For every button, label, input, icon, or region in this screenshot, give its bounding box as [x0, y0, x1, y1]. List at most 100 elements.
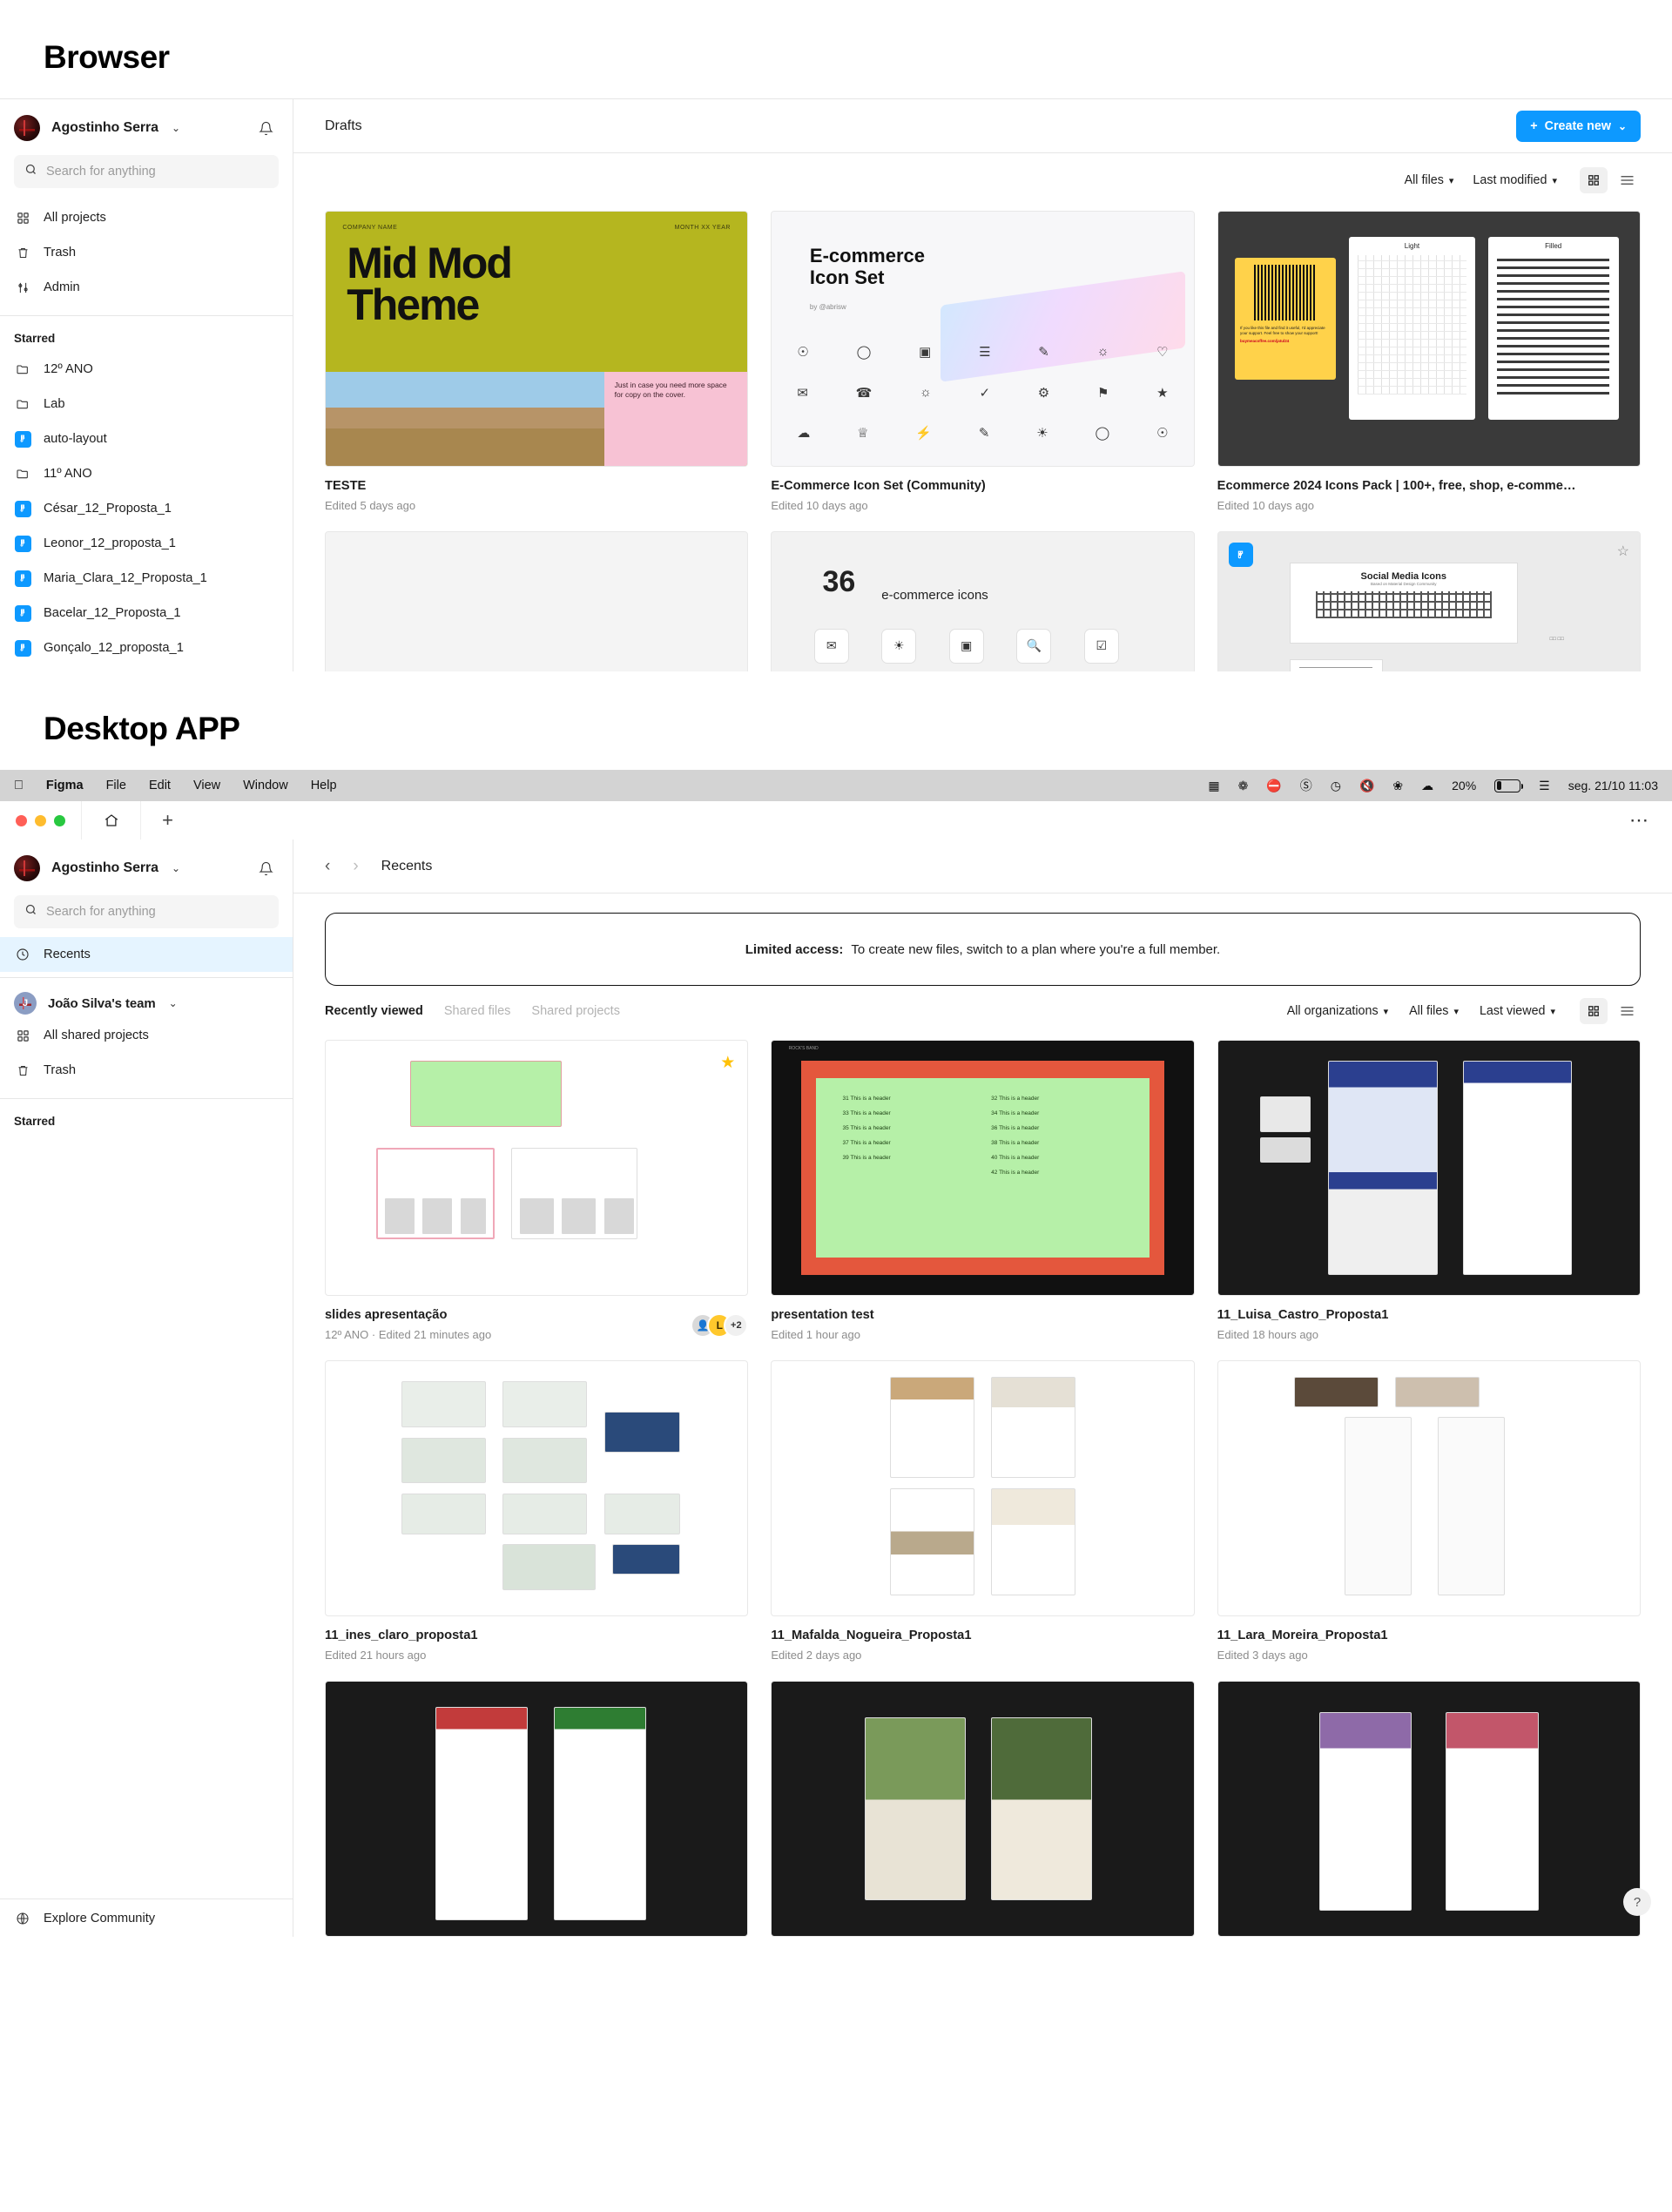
list-view-button[interactable]	[1613, 998, 1641, 1024]
menu-window[interactable]: Window	[243, 779, 288, 792]
sort-last-viewed[interactable]: Last viewed ▾	[1480, 1004, 1555, 1018]
new-tab-button[interactable]: +	[140, 801, 194, 840]
file-card[interactable]: Social Media Icons Based on Material Des…	[1217, 531, 1641, 671]
overflow-menu-icon[interactable]: ⋯	[1629, 809, 1649, 832]
sidebar-item-starred[interactable]: Bacelar_12_Proposta_1	[0, 596, 293, 631]
sidebar-item-trash[interactable]: Trash	[0, 235, 293, 270]
team-switcher[interactable]: J João Silva's team ⌄	[0, 980, 293, 1018]
window-traffic-lights	[0, 801, 81, 840]
search-input[interactable]	[46, 905, 268, 919]
sidebar-item-starred[interactable]: Gonçalo_12_proposta_1	[0, 631, 293, 665]
menu-figma[interactable]: Figma	[46, 779, 84, 792]
filter-all-organizations[interactable]: All organizations ▾	[1287, 1004, 1388, 1018]
account-switcher[interactable]: Agostinho Serra ⌄	[0, 840, 293, 890]
sleep-icon[interactable]: Ⓢ	[1300, 777, 1312, 794]
file-card[interactable]: 11_Lara_Moreira_Proposta1 Edited 3 days …	[1217, 1360, 1641, 1662]
sidebar-item-all-projects[interactable]: All projects	[0, 200, 293, 235]
sidebar-item-starred[interactable]: Maria_Clara_12_Proposta_1	[0, 561, 293, 596]
grid-view-button[interactable]	[1580, 167, 1608, 193]
file-card[interactable]	[325, 1681, 749, 1937]
sidebar-item-recents[interactable]: Recents	[0, 937, 293, 972]
forward-button[interactable]: ›	[353, 857, 358, 876]
tab-shared-files[interactable]: Shared files	[444, 1004, 511, 1018]
sidebar-item-starred[interactable]: Lab	[0, 387, 293, 421]
home-tab[interactable]	[81, 801, 140, 840]
file-thumbnail: 36 e-commerce icons ✉ ☀ ▣ 🔍 ☑ ☺ ⚑ ☉ ♡ ☎	[771, 531, 1195, 671]
search-box[interactable]	[14, 155, 279, 188]
file-card[interactable]: COMPANY NAME MONTH XX YEAR Mid Mod Theme …	[325, 211, 749, 512]
file-card[interactable]: 11_Luisa_Castro_Proposta1 Edited 18 hour…	[1217, 1040, 1641, 1341]
tab-recently-viewed[interactable]: Recently viewed	[325, 1004, 423, 1018]
wifi-icon[interactable]: ☁	[1421, 779, 1433, 793]
filter-all-files[interactable]: All files ▾	[1409, 1004, 1459, 1018]
minimize-window-button[interactable]	[35, 814, 46, 826]
sidebar-item-starred[interactable]: 11º ANO	[0, 456, 293, 491]
back-button[interactable]: ‹	[325, 857, 330, 876]
browser-starred-list: 12º ANO Lab auto-layout 11º ANO César_12_Pro…	[0, 352, 293, 671]
sort-last-modified[interactable]: Last modified ▾	[1473, 173, 1557, 187]
clock-icon	[14, 948, 31, 961]
filter-all-files[interactable]: All files ▾	[1405, 173, 1454, 187]
explore-community-button[interactable]: Explore Community	[0, 1898, 293, 1937]
file-card[interactable]: 11_ines_claro_proposta1 Edited 21 hours …	[325, 1360, 749, 1662]
bluetooth-icon[interactable]: ❀	[1392, 779, 1403, 793]
file-thumbnail: E-commerce Icon Set by @abrisw ☉ ◯ ▣ ☰ ✎ ☼ ♡ ✉ ☎…	[771, 211, 1195, 467]
banner-label: Limited access:	[745, 941, 844, 957]
menu-file[interactable]: File	[106, 779, 126, 792]
battery-icon[interactable]	[1494, 779, 1524, 792]
sidebar-item-starred[interactable]: 12º ANO	[0, 352, 293, 387]
sidebar-item-starred[interactable]: César_12_Proposta_1	[0, 491, 293, 526]
openai-icon[interactable]: ❁	[1238, 779, 1249, 793]
menu-help[interactable]: Help	[311, 779, 337, 792]
file-card[interactable]: E-commerce Icon Set by @abrisw ☉ ◯ ▣ ☰ ✎ ☼ ♡ ✉ ☎…	[771, 211, 1195, 512]
breadcrumb: ‹ › Recents	[293, 840, 1672, 894]
file-card[interactable]	[1217, 1681, 1641, 1937]
close-window-button[interactable]	[16, 814, 27, 826]
sidebar-item-starred[interactable]: Leonor_12_proposta_1	[0, 526, 293, 561]
create-new-button[interactable]: + Create new ⌄	[1516, 110, 1641, 142]
file-card[interactable]: 36 e-commerce icons ✉ ☀ ▣ 🔍 ☑ ☺ ⚑ ☉ ♡ ☎	[771, 531, 1195, 671]
file-thumbnail	[325, 1681, 749, 1937]
file-card[interactable]: If you like this file and find it useful…	[1217, 211, 1641, 512]
star-icon[interactable]: ★	[720, 1053, 735, 1073]
grid-view-button[interactable]	[1580, 998, 1608, 1024]
file-card[interactable]: ★ slides apresentação 12º ANO · Edited 2…	[325, 1040, 749, 1341]
battery-percent-label: 20%	[1452, 779, 1477, 792]
file-card[interactable]: Untitled Edited 10 days ago	[325, 531, 749, 671]
tab-shared-projects[interactable]: Shared projects	[531, 1004, 620, 1018]
browser-main: Drafts + Create new ⌄ All files ▾ Last m…	[293, 99, 1672, 671]
time-machine-icon[interactable]: ◷	[1331, 779, 1341, 793]
maximize-window-button[interactable]	[54, 814, 65, 826]
sidebar-item-starred[interactable]: Rafa_12_Proposta_1	[0, 665, 293, 671]
sidebar-item-all-shared-projects[interactable]: All shared projects	[0, 1018, 293, 1053]
menu-view[interactable]: View	[193, 779, 220, 792]
account-switcher[interactable]: Agostinho Serra ⌄	[0, 99, 293, 150]
sidebar-item-admin[interactable]: Admin	[0, 270, 293, 305]
sidebar-item-trash[interactable]: Trash	[0, 1053, 293, 1088]
menu-edit[interactable]: Edit	[149, 779, 171, 792]
plus-icon: +	[1530, 118, 1538, 133]
sidebar-item-label: Maria_Clara_12_Proposta_1	[44, 571, 207, 585]
notifications-bell-icon[interactable]	[253, 855, 279, 881]
file-card-title: 11_Lara_Moreira_Proposta1	[1217, 1629, 1388, 1642]
notifications-bell-icon[interactable]	[253, 115, 279, 141]
apple-logo-icon[interactable]: 	[14, 779, 24, 792]
menu-bar-clock[interactable]: seg. 21/10 11:03	[1568, 779, 1658, 792]
star-icon[interactable]: ☆	[1617, 543, 1629, 560]
search-input[interactable]	[46, 165, 268, 179]
figma-menu-icon[interactable]: ▦	[1208, 779, 1219, 793]
sidebar-item-starred[interactable]: auto-layout	[0, 421, 293, 456]
help-button[interactable]: ?	[1623, 1888, 1651, 1916]
mute-icon[interactable]: 🔇	[1359, 779, 1374, 793]
file-card[interactable]	[771, 1681, 1195, 1937]
control-center-icon[interactable]: ☰	[1539, 779, 1550, 793]
file-card[interactable]: 11_Mafalda_Nogueira_Proposta1 Edited 2 d…	[771, 1360, 1195, 1662]
collaborator-avatars[interactable]: 👤 L +2	[691, 1313, 749, 1338]
search-box[interactable]	[14, 895, 279, 928]
do-not-disturb-icon[interactable]: ⛔	[1266, 779, 1281, 793]
list-view-button[interactable]	[1613, 167, 1641, 193]
sort-last-modified-label: Last modified	[1473, 173, 1547, 187]
folder-icon	[14, 397, 31, 411]
file-card-meta: Edited 18 hours ago	[1217, 1328, 1319, 1341]
file-card[interactable]: 31 This is a header 33 This is a header 35…	[771, 1040, 1195, 1341]
